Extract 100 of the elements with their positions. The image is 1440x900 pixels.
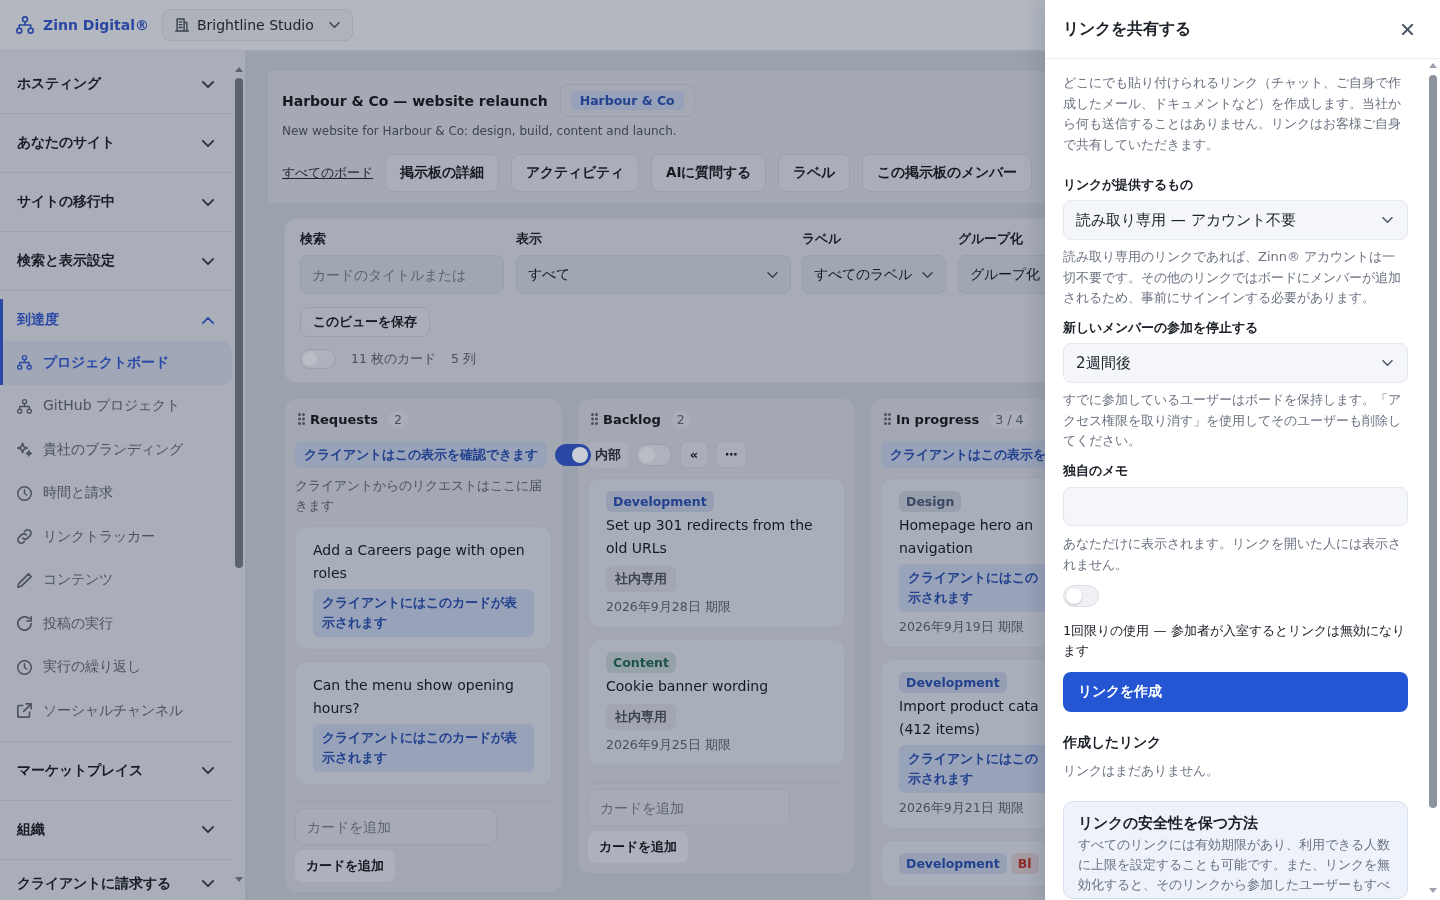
sidebar-item[interactable]: ソーシャルチャンネル	[0, 689, 232, 733]
due-date: 2026年9月25日 期限	[606, 737, 732, 753]
kanban-card[interactable]: Add a Careers page with open roles クライアントにはこのカードが表示されます	[295, 526, 552, 650]
client-visible-tag: クライアントはこの表示を	[881, 441, 1045, 468]
board-action-button[interactable]: ラベル	[778, 154, 851, 192]
kanban-card[interactable]: Content Cookie banner wording 社内専用 2026年9月25日 期限	[588, 639, 845, 766]
card-label: Bl	[1010, 853, 1039, 874]
toggle-switch[interactable]	[636, 443, 672, 466]
text-field[interactable]	[1063, 487, 1408, 526]
column-card-count: 2	[670, 410, 691, 428]
column-description: クライアントからのリクエストはここに届きます	[295, 477, 543, 515]
column-card-count: 2	[387, 410, 408, 428]
field-help: あなただけに表示されます。リンクを開いた人には表示されません。	[1063, 535, 1402, 574]
board-description: New website for Harbour & Co: design, build, content and launch.	[282, 124, 678, 139]
save-view-button[interactable]: このビューを保存	[300, 307, 430, 337]
kanban-card[interactable]: Design Homepage hero an navigation クライアントにはこの示されます 2026年9月19日 期限	[881, 478, 1045, 648]
sidebar-section-header[interactable]: サイトの移行中	[0, 181, 232, 223]
kanban-card[interactable]: Development Bl	[881, 840, 1045, 887]
card-title: Can the menu show opening hours?	[313, 676, 515, 718]
clock-icon	[17, 485, 32, 501]
client-visible-tag: クライアントはこの表示を確認できます	[295, 441, 547, 468]
column-action-button[interactable]: «	[680, 441, 708, 468]
filter-select[interactable]: すべてのラベル	[802, 255, 946, 294]
drag-handle-icon[interactable]	[884, 413, 891, 425]
all-boards-link[interactable]: すべてのボード	[282, 164, 373, 182]
kanban-card[interactable]: Can the menu show opening hours? クライアントにはこのカードが表示されます	[295, 661, 552, 785]
field-help: 読み取り専用のリンクであれば、Zinn® アカウントは一切不要です。その他のリンクではボードにメンバーが追加されるため、事前にサインインする必要があります。	[1063, 248, 1402, 307]
kanban-card[interactable]: Development Import product cata (412 items) クライアントにはこの示されます 2026年9月21日 期限	[881, 659, 1045, 829]
workspace-switcher[interactable]: Brightline Studio	[161, 9, 353, 41]
toggle-switch[interactable]	[555, 443, 591, 466]
sidebar-item[interactable]: 時間と請求	[0, 471, 232, 515]
select-field[interactable]: 2週間後	[1063, 343, 1408, 383]
filter-select[interactable]: すべて	[515, 255, 791, 294]
add-card-button[interactable]: カードを追加	[295, 850, 395, 882]
sidebar-item[interactable]: GitHub プロジェクト	[0, 384, 232, 428]
chevron-down-icon	[202, 767, 214, 774]
board-action-button[interactable]: 掲示板の詳細	[385, 154, 499, 192]
panel-title: リンクを共有する	[1063, 18, 1191, 40]
client-tag: Harbour & Co	[570, 91, 684, 110]
internal-only-tag: 社内専用	[606, 704, 676, 730]
app-name: Zinn Digital®	[43, 17, 149, 33]
add-card-field[interactable]: カードを追加	[295, 808, 497, 845]
scroll-up-icon[interactable]	[234, 67, 243, 72]
column-title: Backlog	[603, 411, 661, 427]
card-label: Design	[899, 491, 962, 512]
board-action-button[interactable]: AIに質問する	[651, 154, 767, 192]
client-visibility-note: クライアントにはこのカードが表示されます	[313, 589, 534, 637]
sidebar-item[interactable]: 実行の繰り返し	[0, 645, 232, 689]
tip-text: すべてのリンクには有効期限があり、利用できる人数に上限を設定することも可能です。また、リンクを無効化すると、そのリンクから参加したユーザーもすべ	[1078, 836, 1391, 894]
scroll-down-icon[interactable]	[234, 877, 243, 882]
drag-handle-icon[interactable]	[298, 413, 305, 425]
card-count-text: 11 枚のカード	[351, 350, 436, 368]
card-label: Development	[899, 672, 1007, 693]
kanban-card[interactable]: Development Set up 301 redirects from the old URLs 社内専用 2026年9月28日 期限	[588, 478, 845, 628]
scroll-down-icon[interactable]	[1429, 888, 1437, 893]
board-action-button[interactable]: この掲示板のメンバー	[862, 154, 1033, 192]
card-title: Cookie banner wording	[606, 677, 770, 696]
add-card-button[interactable]: カードを追加	[588, 831, 688, 863]
toggle-label: 1回限りの使用 — 参加者が入室するとリンクは無効になります	[1063, 621, 1406, 660]
card-title: Homepage hero an navigation	[899, 516, 1035, 558]
scrollbar-thumb[interactable]	[234, 78, 243, 568]
due-date: 2026年9月28日 期限	[606, 599, 732, 615]
close-button[interactable]	[1402, 23, 1413, 35]
sidebar-item[interactable]: コンテンツ	[0, 558, 232, 602]
toggle-switch[interactable]	[300, 349, 336, 369]
sidebar-section-header[interactable]: クライアントに請求する	[0, 867, 232, 900]
external-link-icon	[17, 703, 32, 719]
board-action-button[interactable]: アクティビティ	[511, 154, 639, 192]
sidebar-item[interactable]: 貴社のブランディング	[0, 428, 232, 472]
scroll-up-icon[interactable]	[1429, 63, 1437, 68]
sidebar-section-header[interactable]: マーケットプレイス	[0, 749, 232, 792]
chevron-down-icon	[1382, 360, 1393, 366]
chevron-down-icon	[766, 271, 778, 278]
add-card-field[interactable]: カードを追加	[588, 789, 790, 826]
select-field[interactable]: 読み取り専用 — アカウント不要	[1063, 200, 1408, 240]
sidebar-section-header[interactable]: ホスティング	[0, 63, 232, 105]
create-link-button[interactable]: リンクを作成	[1063, 672, 1408, 712]
scrollbar-thumb[interactable]	[1429, 75, 1437, 808]
clock-icon	[17, 659, 32, 675]
chevron-down-icon	[202, 139, 214, 147]
hierarchy-icon	[17, 355, 32, 371]
sidebar-section-header[interactable]: あなたのサイト	[0, 122, 232, 164]
field-label: 独自のメモ	[1063, 463, 1129, 479]
sidebar-section-header[interactable]: 組織	[0, 808, 232, 851]
filter-field[interactable]: グループ化	[957, 255, 1045, 294]
section-heading: 作成したリンク	[1063, 734, 1162, 750]
client-visibility-note: クライアントにはこのカードが表示されます	[313, 724, 534, 772]
column-card-count: 3 / 4	[989, 410, 1030, 428]
search-field[interactable]: カードのタイトルまたは	[300, 255, 504, 294]
sidebar-section-header[interactable]: 検索と表示設定	[0, 240, 232, 282]
building-icon	[174, 18, 189, 32]
chevron-down-icon	[202, 826, 214, 833]
chevron-down-icon	[202, 198, 214, 206]
card-label: Development	[899, 853, 1007, 874]
column-action-button[interactable]: ⋯	[716, 441, 747, 468]
empty-state-text: リンクはまだありません。	[1063, 762, 1220, 780]
sidebar-item[interactable]: リンクトラッカー	[0, 515, 232, 559]
hierarchy-icon	[17, 398, 32, 414]
sidebar-item[interactable]: 投稿の実行	[0, 602, 232, 646]
drag-handle-icon[interactable]	[591, 413, 598, 425]
